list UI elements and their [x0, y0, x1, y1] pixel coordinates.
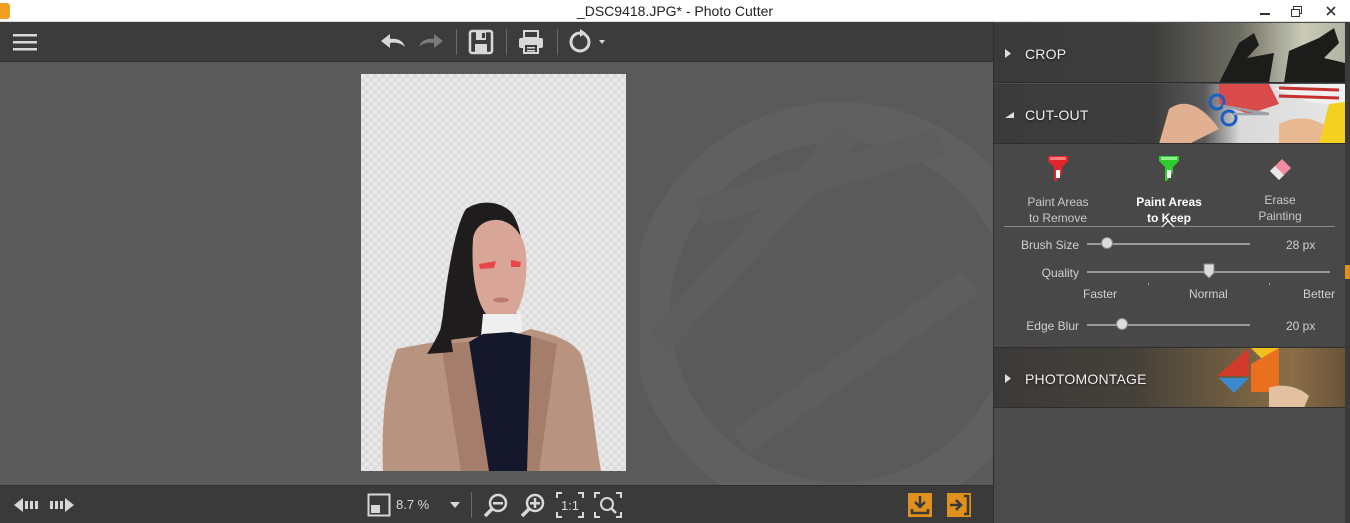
quality-better-label: Better	[1303, 287, 1336, 301]
quality-label: Quality	[1041, 266, 1079, 280]
section-photomontage-header[interactable]: PHOTOMONTAGE	[994, 348, 1345, 408]
previous-image-icon	[14, 498, 38, 512]
brush-size-label: Brush Size	[1020, 238, 1079, 252]
quality-tick	[1269, 283, 1270, 285]
image-canvas[interactable]	[0, 62, 993, 485]
bottombar-separator	[471, 492, 472, 518]
panel-scrollbar[interactable]	[1345, 22, 1350, 523]
rotate-icon	[569, 29, 605, 53]
toolbar-separator	[506, 29, 507, 55]
red-marker-icon	[1048, 156, 1068, 181]
next-image-icon	[50, 498, 74, 512]
section-cutout-label: CUT-OUT	[1025, 107, 1089, 123]
close-icon	[1326, 6, 1336, 16]
zoom-fit-icon	[367, 493, 391, 517]
panel-scroll-thumb[interactable]	[1345, 265, 1350, 279]
portrait-figure	[382, 202, 601, 471]
chevron-right-icon	[1005, 374, 1011, 383]
cutout-panel: Paint Areas to Remove Paint Areas to Kee…	[994, 145, 1345, 348]
zoom-1-1-button[interactable]: 1:1	[555, 491, 585, 519]
paint-remove-label: Paint Areas to Remove	[1027, 195, 1089, 225]
active-tool-indicator	[1162, 221, 1174, 228]
quality-tick	[1148, 283, 1149, 285]
save-icon	[468, 29, 494, 55]
save-export-icon	[908, 493, 932, 517]
zoom-fit-button[interactable]	[365, 491, 393, 519]
print-icon	[519, 30, 543, 54]
window-title: _DSC9418.JPG* - Photo Cutter	[576, 3, 774, 19]
zoom-1-1-icon: 1:1	[556, 492, 584, 518]
photo-cutter-window: _DSC9418.JPG* - Photo Cutter 8.7 % 1:1 C…	[0, 0, 1350, 523]
zoom-dropdown-icon	[450, 502, 460, 508]
zoom-out-button[interactable]	[481, 491, 511, 519]
zoom-fit-screen-icon	[594, 492, 622, 518]
toolbar-separator	[456, 29, 457, 55]
zoom-dropdown-button[interactable]	[446, 491, 464, 519]
bottom-bar: 8.7 % 1:1	[0, 485, 993, 523]
erase-painting-tool[interactable]: Erase Painting	[1230, 155, 1330, 224]
paint-remove-tool[interactable]: Paint Areas to Remove	[1008, 155, 1108, 226]
cutout-photo[interactable]	[361, 74, 626, 471]
brush-size-value: 28 px	[1286, 238, 1316, 252]
next-image-button[interactable]	[48, 491, 76, 519]
toolbar-separator	[557, 29, 558, 55]
rotate-menu-button[interactable]	[566, 28, 608, 56]
exit-icon	[947, 493, 971, 517]
menu-button[interactable]	[10, 28, 40, 56]
chevron-down-icon	[1005, 112, 1014, 118]
edge-blur-knob[interactable]	[1116, 318, 1128, 330]
minimize-button[interactable]	[1250, 0, 1280, 22]
zoom-in-icon	[520, 493, 545, 518]
title-bar: _DSC9418.JPG* - Photo Cutter	[0, 0, 1350, 22]
print-button[interactable]	[515, 28, 547, 56]
zoom-level: 8.7 %	[396, 497, 430, 512]
zoom-fit-screen-button[interactable]	[593, 491, 623, 519]
quality-knob[interactable]	[1203, 263, 1215, 279]
save-button[interactable]	[466, 28, 496, 56]
tangram-image	[1217, 348, 1309, 407]
menu-icon	[13, 34, 37, 51]
previous-image-button[interactable]	[12, 491, 40, 519]
minimize-icon	[1260, 13, 1270, 15]
right-panel: CROP CUT-OUT Paint Areas to Remove Paint…	[993, 22, 1350, 523]
undo-icon	[381, 34, 405, 48]
edge-blur-slider[interactable]	[1087, 324, 1250, 326]
save-export-button[interactable]	[907, 491, 933, 519]
exit-button[interactable]	[946, 491, 972, 519]
section-cutout-header[interactable]: CUT-OUT	[994, 84, 1345, 144]
dropdown-arrow-icon	[599, 40, 605, 44]
section-photomontage-label: PHOTOMONTAGE	[1025, 371, 1147, 387]
zoom-in-button[interactable]	[518, 491, 548, 519]
quality-normal-label: Normal	[1189, 287, 1228, 301]
restore-button[interactable]	[1281, 0, 1311, 22]
svg-text:1:1: 1:1	[561, 498, 579, 513]
restore-icon	[1290, 5, 1302, 17]
green-marker-icon	[1159, 156, 1179, 181]
undo-button[interactable]	[378, 28, 408, 56]
section-crop-label: CROP	[1025, 46, 1067, 62]
redo-button[interactable]	[416, 28, 446, 56]
toolbar	[0, 22, 993, 62]
scissors-image	[1159, 84, 1345, 143]
edge-blur-label: Edge Blur	[1026, 319, 1079, 333]
crop-hands-image	[1219, 28, 1345, 82]
quality-faster-label: Faster	[1083, 287, 1118, 301]
edge-blur-value: 20 px	[1286, 319, 1316, 333]
zoom-out-icon	[483, 493, 508, 518]
section-crop-header[interactable]: CROP	[994, 23, 1345, 83]
eraser-icon	[1270, 159, 1291, 180]
erase-painting-label: Erase Painting	[1258, 193, 1302, 223]
paint-keep-tool[interactable]: Paint Areas to Keep	[1119, 155, 1219, 226]
redo-icon	[419, 34, 443, 48]
watermark-logo	[640, 102, 993, 485]
brush-size-knob[interactable]	[1101, 237, 1113, 249]
chevron-right-icon	[1005, 49, 1011, 58]
close-button[interactable]	[1312, 0, 1350, 22]
